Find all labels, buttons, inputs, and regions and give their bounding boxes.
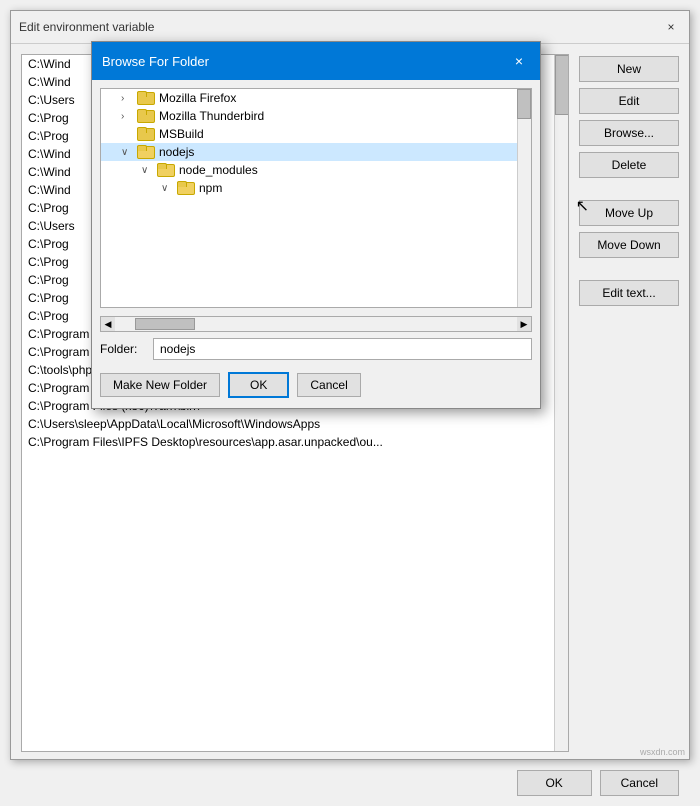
folder-icon	[157, 163, 175, 177]
tree-item-label: Mozilla Firefox	[159, 91, 236, 105]
buttons-panel: New Edit Browse... Delete Move Up Move D…	[579, 54, 679, 752]
main-dialog-title: Edit environment variable	[19, 20, 154, 34]
bottom-buttons: OK Cancel	[11, 762, 689, 806]
folder-icon	[137, 91, 155, 105]
browse-button[interactable]: Browse...	[579, 120, 679, 146]
tree-item-label: node_modules	[179, 163, 258, 177]
folder-label: Folder:	[100, 342, 145, 356]
new-button[interactable]: New	[579, 56, 679, 82]
move-up-button[interactable]: Move Up	[579, 200, 679, 226]
tree-item-label: MSBuild	[159, 127, 204, 141]
cancel-button[interactable]: Cancel	[600, 770, 679, 796]
tree-arrow-icon: ∨	[141, 165, 157, 176]
browse-dialog: Browse For Folder × › Mozilla Firefox › Moz…	[91, 41, 541, 409]
move-down-button[interactable]: Move Down	[579, 232, 679, 258]
main-close-button[interactable]: ×	[661, 17, 681, 37]
tree-arrow-icon: ∨	[121, 147, 137, 158]
tree-arrow-icon: ∨	[161, 183, 177, 194]
scrollbar-thumb[interactable]	[555, 55, 569, 115]
folder-icon	[177, 181, 195, 195]
delete-button[interactable]: Delete	[579, 152, 679, 178]
browse-action-row: Make New Folder OK Cancel	[92, 366, 540, 408]
make-new-folder-button[interactable]: Make New Folder	[100, 373, 220, 397]
folder-icon	[137, 127, 155, 141]
h-scroll-thumb[interactable]	[135, 318, 195, 330]
tree-item[interactable]: ∨ nodejs	[101, 143, 531, 161]
tree-arrow-icon: ›	[121, 93, 137, 104]
list-scrollbar[interactable]	[554, 55, 568, 751]
h-scroll-left-button[interactable]: ◀	[101, 317, 115, 331]
tree-item[interactable]: ∨ npm	[101, 179, 531, 197]
h-scroll-track	[115, 317, 517, 331]
main-title-bar: Edit environment variable ×	[11, 11, 689, 44]
watermark: wsxdn.com	[640, 747, 685, 757]
tree-item[interactable]: › Mozilla Firefox	[101, 89, 531, 107]
browse-tree-area: › Mozilla Firefox › Mozilla Thunderbird MSBu…	[100, 88, 532, 308]
tree-item[interactable]: ∨ node_modules	[101, 161, 531, 179]
tree-item-label: nodejs	[159, 145, 194, 159]
edit-text-button[interactable]: Edit text...	[579, 280, 679, 306]
tree-item[interactable]: MSBuild	[101, 125, 531, 143]
browse-tree-scrollbar-thumb[interactable]	[517, 89, 531, 119]
folder-input[interactable]	[153, 338, 532, 360]
browse-ok-button[interactable]: OK	[228, 372, 289, 398]
browse-cancel-button[interactable]: Cancel	[297, 373, 360, 397]
folder-icon	[137, 145, 155, 159]
list-item[interactable]: C:\Users\sleep\AppData\Local\Microsoft\W…	[22, 415, 554, 433]
tree-item-label: npm	[199, 181, 222, 195]
tree-item-label: Mozilla Thunderbird	[159, 109, 264, 123]
h-scroll-right-button[interactable]: ▶	[517, 317, 531, 331]
edit-button[interactable]: Edit	[579, 88, 679, 114]
tree-item[interactable]: › Mozilla Thunderbird	[101, 107, 531, 125]
folder-label-row: Folder:	[92, 332, 540, 366]
browse-title-bar: Browse For Folder ×	[92, 42, 540, 80]
folder-icon	[137, 109, 155, 123]
browse-tree-scrollbar[interactable]	[517, 89, 531, 307]
tree-arrow-icon: ›	[121, 111, 137, 122]
browse-dialog-title: Browse For Folder	[102, 54, 209, 69]
main-dialog: Edit environment variable × C:\WindC:\Wi…	[10, 10, 690, 760]
list-item[interactable]: C:\Program Files\IPFS Desktop\resources\…	[22, 433, 554, 451]
horizontal-scrollbar[interactable]: ◀ ▶	[100, 316, 532, 332]
browse-close-button[interactable]: ×	[508, 50, 530, 72]
ok-button[interactable]: OK	[517, 770, 592, 796]
